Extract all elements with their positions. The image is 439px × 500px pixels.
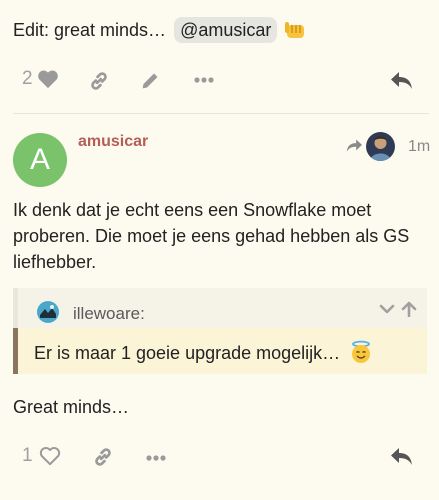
- post-divider: [13, 113, 429, 114]
- quote-username[interactable]: illewoare:: [73, 304, 145, 324]
- pencil-edit-icon[interactable]: [140, 70, 161, 91]
- like-count: 2: [22, 68, 33, 89]
- reply-arrow-icon[interactable]: [390, 446, 414, 468]
- link-icon[interactable]: [88, 70, 110, 92]
- quote-text-line: Er is maar 1 goeie upgrade mogelijk…: [34, 340, 373, 364]
- quote-body: Er is maar 1 goeie upgrade mogelijk…: [13, 328, 427, 374]
- reply-post-actions: 1: [22, 445, 61, 467]
- quote-text: Er is maar 1 goeie upgrade mogelijk…: [34, 343, 341, 363]
- post-username[interactable]: amusicar: [78, 133, 148, 151]
- post-footer-text: Great minds…: [13, 397, 130, 417]
- like-count: 1: [22, 445, 33, 466]
- post-body: Ik denk dat je echt eens een Snowflake m…: [13, 200, 410, 272]
- reply-to-arrow-icon: [345, 138, 363, 154]
- more-options-icon[interactable]: [193, 72, 215, 88]
- heart-filled-icon[interactable]: [37, 69, 59, 89]
- quote-block: illewoare: Er is maar 1 goeie upgrade mo…: [13, 288, 427, 374]
- heart-outline-icon[interactable]: [39, 446, 61, 466]
- innocent-smile-emoji-icon: [349, 340, 373, 364]
- fist-bump-emoji-icon: [283, 18, 307, 42]
- quote-header: illewoare:: [13, 288, 427, 328]
- chevron-down-icon[interactable]: [379, 302, 395, 321]
- quote-avatar[interactable]: [37, 301, 59, 323]
- reply-arrow-icon[interactable]: [390, 70, 414, 92]
- avatar[interactable]: A: [13, 133, 67, 187]
- arrow-up-icon[interactable]: [401, 301, 417, 322]
- more-options-icon[interactable]: [145, 450, 167, 466]
- edit-line: Edit: great minds… @amusicar: [13, 16, 307, 44]
- mention-link[interactable]: @amusicar: [174, 17, 278, 43]
- link-icon[interactable]: [92, 446, 114, 468]
- top-post-actions: 2: [22, 68, 59, 90]
- edit-text: Edit: great minds…: [13, 20, 167, 40]
- reply-to-avatar[interactable]: [366, 132, 395, 161]
- post-time[interactable]: 1m: [408, 138, 430, 156]
